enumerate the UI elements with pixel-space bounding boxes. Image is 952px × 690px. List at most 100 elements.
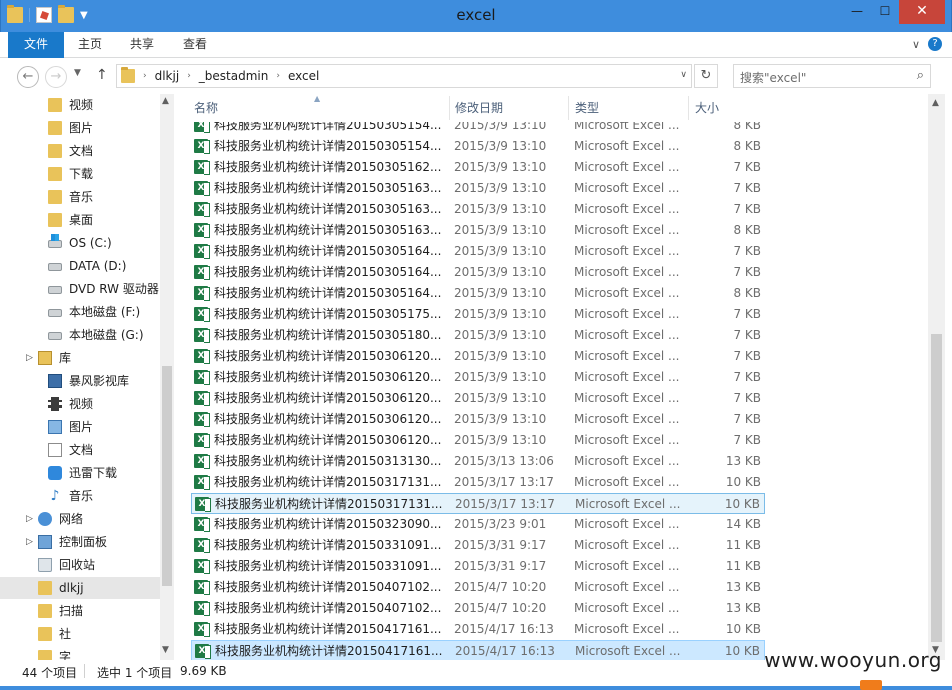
sidebar-item[interactable]: 本地磁盘 (G:) xyxy=(0,324,160,346)
file-row[interactable]: X 科技服务业机构统计详情20150417161... 2015/4/17 16:1… xyxy=(191,619,765,640)
input-method-icon[interactable] xyxy=(860,680,882,690)
file-row[interactable]: X 科技服务业机构统计详情20150306120... 2015/3/9 13:10… xyxy=(191,388,765,409)
expand-arrow-icon[interactable]: ▷ xyxy=(26,508,33,530)
file-row[interactable]: X 科技服务业机构统计详情20150317131... 2015/3/17 13:1… xyxy=(191,493,765,514)
sidebar-item[interactable]: dlkjj xyxy=(0,577,160,599)
file-row[interactable]: X 科技服务业机构统计详情20150305175... 2015/3/9 13:10… xyxy=(191,304,765,325)
file-row[interactable]: X 科技服务业机构统计详情20150305164... 2015/3/9 13:10… xyxy=(191,241,765,262)
file-row[interactable]: X 科技服务业机构统计详情20150305162... 2015/3/9 13:10… xyxy=(191,157,765,178)
search-icon[interactable]: ⌕ xyxy=(917,68,924,83)
column-name[interactable]: 名称 xyxy=(194,99,218,121)
column-size[interactable]: 大小 xyxy=(695,99,719,121)
file-row[interactable]: X 科技服务业机构统计详情20150305163... 2015/3/9 13:10… xyxy=(191,178,765,199)
file-row[interactable]: X 科技服务业机构统计详情20150306120... 2015/3/9 13:10… xyxy=(191,409,765,430)
breadcrumb-item[interactable]: _bestadmin xyxy=(199,69,269,83)
sidebar-item[interactable]: 视频 xyxy=(0,393,160,415)
folder-icon xyxy=(121,67,135,83)
sidebar-item[interactable]: 桌面 xyxy=(0,209,160,231)
expand-arrow-icon[interactable]: ▷ xyxy=(26,347,33,369)
file-row[interactable]: X 科技服务业机构统计详情20150306120... 2015/3/9 13:10… xyxy=(191,346,765,367)
sidebar-item[interactable]: 社 xyxy=(0,623,160,645)
sidebar-item[interactable]: 回收站 xyxy=(0,554,160,576)
chevron-right-icon[interactable]: › xyxy=(143,71,147,81)
file-row[interactable]: X 科技服务业机构统计详情20150313130... 2015/3/13 13:0… xyxy=(191,451,765,472)
search-input[interactable]: 搜索"excel" ⌕ xyxy=(733,64,931,88)
sidebar-item[interactable]: 下载 xyxy=(0,163,160,185)
breadcrumb-item[interactable]: excel xyxy=(288,69,319,83)
maximize-button[interactable]: ☐ xyxy=(871,0,899,24)
tab-file[interactable]: 文件 xyxy=(8,32,64,58)
column-divider[interactable] xyxy=(568,96,569,120)
navigation-scrollbar[interactable]: ▲ ▼ xyxy=(160,94,174,660)
tab-home[interactable]: 主页 xyxy=(64,32,116,58)
file-list-scrollbar[interactable]: ▲ ▼ xyxy=(928,94,945,660)
file-name: 科技服务业机构统计详情20150305162... xyxy=(214,160,442,174)
sidebar-item[interactable]: DVD RW 驱动器 xyxy=(0,278,160,300)
file-row[interactable]: X 科技服务业机构统计详情20150323090... 2015/3/23 9:01… xyxy=(191,514,765,535)
help-icon[interactable]: ? xyxy=(928,37,942,51)
scrollbar-thumb[interactable] xyxy=(162,366,172,586)
sidebar-item[interactable]: 图片 xyxy=(0,416,160,438)
scrollbar-thumb[interactable] xyxy=(931,334,942,642)
column-divider[interactable] xyxy=(449,96,450,120)
address-bar[interactable]: › dlkjj › _bestadmin › excel ∨ xyxy=(116,64,692,88)
expand-arrow-icon[interactable]: ▷ xyxy=(26,531,33,553)
file-row[interactable]: X 科技服务业机构统计详情20150331091... 2015/3/31 9:17… xyxy=(191,556,765,577)
sidebar-item[interactable]: 文档 xyxy=(0,439,160,461)
expand-ribbon-icon[interactable]: ∨ xyxy=(912,38,920,51)
scroll-up-icon[interactable]: ▲ xyxy=(932,98,939,108)
scroll-down-icon[interactable]: ▼ xyxy=(162,645,169,655)
column-modified[interactable]: 修改日期 xyxy=(455,99,503,121)
address-dropdown-icon[interactable]: ∨ xyxy=(680,70,687,80)
file-row[interactable]: X 科技服务业机构统计详情20150305154... 2015/3/9 13:10… xyxy=(191,122,765,136)
sidebar-item-label: 视频 xyxy=(69,397,94,411)
file-row[interactable]: X 科技服务业机构统计详情20150305154... 2015/3/9 13:10… xyxy=(191,136,765,157)
breadcrumb-item[interactable]: dlkjj xyxy=(155,69,180,83)
sidebar-item[interactable]: 视频 xyxy=(0,94,160,116)
file-row[interactable]: X 科技服务业机构统计详情20150317131... 2015/3/17 13:1… xyxy=(191,472,765,493)
taskbar-strip xyxy=(0,686,952,690)
scroll-up-icon[interactable]: ▲ xyxy=(162,96,169,106)
file-row[interactable]: X 科技服务业机构统计详情20150305163... 2015/3/9 13:10… xyxy=(191,199,765,220)
column-divider[interactable] xyxy=(688,96,689,120)
chevron-right-icon[interactable]: › xyxy=(276,71,280,81)
forward-button[interactable]: → xyxy=(45,66,67,88)
file-row[interactable]: X 科技服务业机构统计详情20150305164... 2015/3/9 13:10… xyxy=(191,283,765,304)
close-button[interactable]: ✕ xyxy=(899,0,945,24)
back-button[interactable]: ← xyxy=(17,66,39,88)
sidebar-item[interactable]: ▷ 网络 xyxy=(0,508,160,530)
column-type[interactable]: 类型 xyxy=(575,99,599,121)
file-type: Microsoft Excel ... xyxy=(574,244,680,258)
tab-share[interactable]: 共享 xyxy=(116,32,168,58)
tab-view[interactable]: 查看 xyxy=(169,32,221,58)
recycle-bin-icon xyxy=(38,558,52,572)
file-row[interactable]: X 科技服务业机构统计详情20150331091... 2015/3/31 9:17… xyxy=(191,535,765,556)
up-button[interactable]: ↑ xyxy=(96,67,108,83)
refresh-button[interactable]: ↻ xyxy=(694,64,718,88)
sidebar-item[interactable]: 迅雷下载 xyxy=(0,462,160,484)
chevron-right-icon[interactable]: › xyxy=(187,71,191,81)
sidebar-item[interactable]: ▷ 控制面板 xyxy=(0,531,160,553)
file-row[interactable]: X 科技服务业机构统计详情20150305180... 2015/3/9 13:10… xyxy=(191,325,765,346)
file-size: 7 KB xyxy=(733,370,761,384)
file-row[interactable]: X 科技服务业机构统计详情20150417161... 2015/4/17 16:1… xyxy=(191,640,765,660)
minimize-button[interactable]: — xyxy=(843,0,871,24)
file-row[interactable]: X 科技服务业机构统计详情20150306120... 2015/3/9 13:10… xyxy=(191,430,765,451)
sidebar-item[interactable]: ♪ 音乐 xyxy=(0,485,160,507)
sidebar-item[interactable]: OS (C:) xyxy=(0,232,160,254)
sidebar-item[interactable]: ▷ 库 xyxy=(0,347,160,369)
file-row[interactable]: X 科技服务业机构统计详情20150306120... 2015/3/9 13:10… xyxy=(191,367,765,388)
sidebar-item[interactable]: 文档 xyxy=(0,140,160,162)
recent-locations-icon[interactable]: ▼ xyxy=(74,68,81,78)
sidebar-item[interactable]: 扫描 xyxy=(0,600,160,622)
file-row[interactable]: X 科技服务业机构统计详情20150305164... 2015/3/9 13:10… xyxy=(191,262,765,283)
sidebar-item[interactable]: 暴风影视库 xyxy=(0,370,160,392)
sidebar-item[interactable]: DATA (D:) xyxy=(0,255,160,277)
file-row[interactable]: X 科技服务业机构统计详情20150407102... 2015/4/7 10:20… xyxy=(191,598,765,619)
sidebar-item[interactable]: 图片 xyxy=(0,117,160,139)
sidebar-item[interactable]: 音乐 xyxy=(0,186,160,208)
file-type: Microsoft Excel ... xyxy=(574,265,680,279)
file-row[interactable]: X 科技服务业机构统计详情20150305163... 2015/3/9 13:10… xyxy=(191,220,765,241)
file-row[interactable]: X 科技服务业机构统计详情20150407102... 2015/4/7 10:20… xyxy=(191,577,765,598)
sidebar-item[interactable]: 本地磁盘 (F:) xyxy=(0,301,160,323)
